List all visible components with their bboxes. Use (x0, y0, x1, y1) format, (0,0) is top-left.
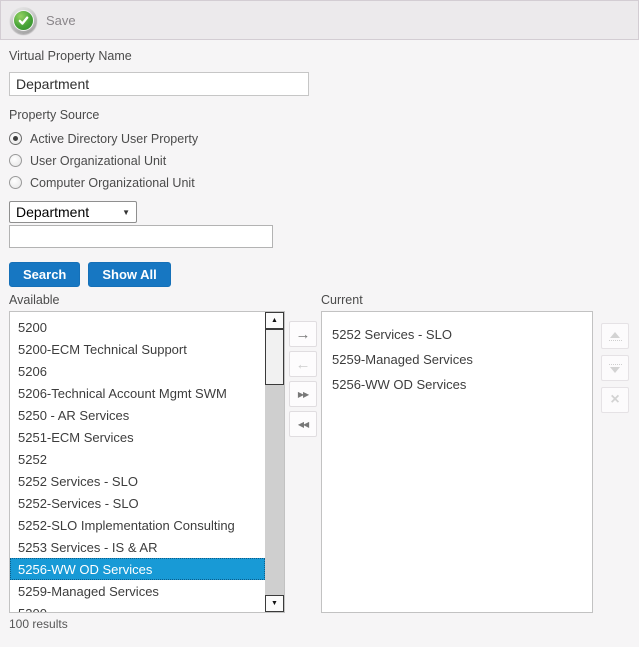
property-select[interactable]: Department ▼ (9, 201, 137, 223)
move-left-button[interactable]: ← (289, 351, 317, 377)
move-down-button[interactable] (601, 355, 629, 381)
move-right-button[interactable]: → (289, 321, 317, 347)
virtual-property-name-input[interactable] (9, 72, 309, 96)
available-list-item[interactable]: 5253 Services - IS & AR (10, 536, 265, 558)
available-list-item[interactable]: 5206 (10, 360, 265, 382)
chevron-down-icon: ▼ (122, 208, 130, 217)
results-count: 100 results (9, 617, 285, 631)
save-button[interactable]: Save (10, 7, 76, 34)
available-list-item[interactable]: 5300 (10, 602, 265, 612)
available-list-item[interactable]: 5206-Technical Account Mgmt SWM (10, 382, 265, 404)
check-circle-icon (10, 7, 37, 34)
current-list-items: 5252 Services - SLO5259-Managed Services… (322, 312, 592, 397)
available-column: Available 52005200-ECM Technical Support… (9, 293, 285, 631)
move-all-right-button[interactable]: ▶▶ (289, 381, 317, 407)
current-list-item[interactable]: 5256-WW OD Services (322, 372, 592, 397)
move-up-icon (609, 332, 622, 341)
scroll-down-icon: ▼ (271, 600, 278, 607)
scroll-down-button[interactable]: ▼ (265, 595, 284, 612)
show-all-button[interactable]: Show All (88, 262, 170, 287)
radio-label: User Organizational Unit (30, 154, 166, 168)
double-arrow-left-icon: ◀◀ (298, 420, 308, 429)
radio-user-organizational-unit[interactable]: User Organizational Unit (9, 154, 639, 167)
remove-button[interactable]: × (601, 387, 629, 413)
main-content: Virtual Property Name Property Source Ac… (0, 49, 639, 631)
move-up-button[interactable] (601, 323, 629, 349)
remove-x-icon: × (610, 392, 619, 408)
radio-active-directory-user-property[interactable]: Active Directory User Property (9, 132, 639, 145)
save-button-label: Save (46, 13, 76, 28)
available-list-item[interactable]: 5251-ECM Services (10, 426, 265, 448)
available-list-items: 52005200-ECM Technical Support52065206-T… (10, 312, 265, 612)
property-select-value: Department (16, 204, 89, 220)
current-listbox[interactable]: 5252 Services - SLO5259-Managed Services… (321, 311, 593, 613)
radio-button-icon (9, 154, 22, 167)
transfer-buttons: → ← ▶▶ ◀◀ (285, 293, 321, 437)
current-column: Current 5252 Services - SLO5259-Managed … (321, 293, 593, 613)
available-list-item[interactable]: 5200 (10, 316, 265, 338)
radio-button-icon (9, 132, 22, 145)
scrollbar-thumb[interactable] (265, 329, 284, 385)
available-scrollbar[interactable]: ▲ ▼ (265, 312, 284, 612)
current-label: Current (321, 293, 593, 307)
dual-list-section: Available 52005200-ECM Technical Support… (9, 293, 639, 631)
radio-label: Computer Organizational Unit (30, 176, 195, 190)
available-list-item[interactable]: 5252-Services - SLO (10, 492, 265, 514)
radio-button-icon (9, 176, 22, 189)
current-item-actions: × (601, 293, 629, 413)
available-list-item[interactable]: 5252-SLO Implementation Consulting (10, 514, 265, 536)
property-source-label: Property Source (9, 108, 639, 122)
available-list-item[interactable]: 5259-Managed Services (10, 580, 265, 602)
available-list-item[interactable]: 5252 (10, 448, 265, 470)
move-down-icon (609, 364, 622, 373)
current-list-item[interactable]: 5259-Managed Services (322, 347, 592, 372)
double-arrow-right-icon: ▶▶ (298, 390, 308, 399)
available-listbox[interactable]: 52005200-ECM Technical Support52065206-T… (9, 311, 285, 613)
search-button[interactable]: Search (9, 262, 80, 287)
available-list-item[interactable]: 5250 - AR Services (10, 404, 265, 426)
available-label: Available (9, 293, 285, 307)
current-list-item[interactable]: 5252 Services - SLO (322, 322, 592, 347)
radio-computer-organizational-unit[interactable]: Computer Organizational Unit (9, 176, 639, 189)
scroll-up-icon: ▲ (271, 317, 278, 324)
available-list-item[interactable]: 5252 Services - SLO (10, 470, 265, 492)
available-list-item[interactable]: 5256-WW OD Services (10, 558, 265, 580)
arrow-left-icon: ← (296, 356, 311, 373)
toolbar: Save (0, 0, 639, 40)
search-button-row: Search Show All (9, 262, 639, 287)
radio-label: Active Directory User Property (30, 132, 198, 146)
scroll-up-button[interactable]: ▲ (265, 312, 284, 329)
property-source-radio-group: Active Directory User Property User Orga… (9, 132, 639, 189)
available-list-item[interactable]: 5200-ECM Technical Support (10, 338, 265, 360)
move-all-left-button[interactable]: ◀◀ (289, 411, 317, 437)
virtual-property-name-label: Virtual Property Name (9, 49, 639, 63)
arrow-right-icon: → (296, 326, 311, 343)
search-term-input[interactable] (9, 225, 273, 248)
